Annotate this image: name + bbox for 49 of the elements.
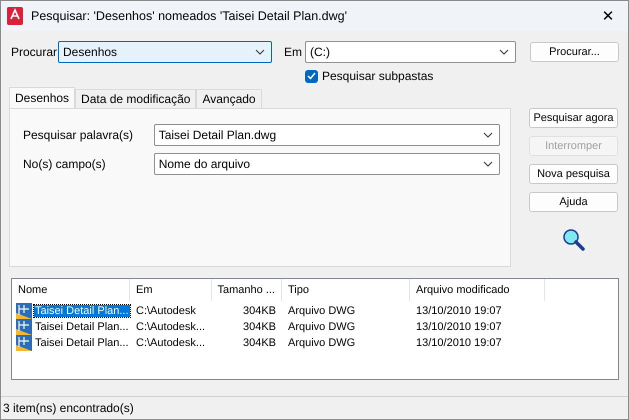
table-cell-text: 13/10/2010 19:07 [415, 321, 503, 333]
tab[interactable]: Desenhos [9, 87, 76, 108]
subfolders-checkbox[interactable] [305, 70, 318, 82]
table-cell-text: 304KB [242, 337, 277, 349]
chevron-icon [499, 49, 509, 55]
chevron-icon [483, 132, 493, 138]
in-dropdown[interactable]: (C:) [305, 41, 516, 63]
field-dropdown[interactable]: Taisei Detail Plan.dwg [154, 124, 500, 146]
table-cell-text: 13/10/2010 19:07 [415, 337, 503, 349]
column-header[interactable]: Tamanho ... [212, 279, 282, 301]
chevron-icon [255, 49, 265, 55]
column-header[interactable]: Tipo [282, 279, 410, 301]
drawing-file-icon [16, 335, 32, 351]
action-button[interactable]: Pesquisar agora [529, 108, 618, 128]
look-for-label: Procurar [11, 45, 58, 59]
status-text: 3 item(ns) encontrado(s) [3, 401, 134, 415]
browse-button[interactable]: Procurar... [530, 42, 619, 62]
table-cell-text: C:\Autodesk [135, 305, 197, 317]
app-logo-icon [7, 7, 23, 25]
column-header[interactable]: Nome [12, 279, 130, 301]
file-name-cell[interactable]: Taisei Detail Plan... [34, 321, 130, 333]
window-title: Pesquisar: 'Desenhos' nomeados 'Taisei Detail Plan.dwg' [31, 9, 348, 23]
table-cell-text: Arquivo DWG [287, 321, 356, 333]
in-label: Em [284, 45, 303, 59]
action-button[interactable]: Nova pesquisa [529, 164, 618, 184]
field-dropdown[interactable]: Nome do arquivo [154, 153, 500, 175]
action-button[interactable]: Ajuda [529, 192, 618, 212]
field-label: Pesquisar palavra(s) [23, 128, 134, 142]
table-cell-text: 304KB [242, 305, 277, 317]
subfolders-label: Pesquisar subpastas [322, 69, 434, 83]
field-label: No(s) campo(s) [23, 157, 107, 171]
look-for-dropdown[interactable]: Desenhos [58, 41, 272, 63]
table-cell-text: Arquivo DWG [287, 337, 356, 349]
column-header[interactable]: Em [130, 279, 212, 301]
tab[interactable]: Data de modificação [75, 89, 196, 108]
table-cell-text: 304KB [242, 321, 277, 333]
table-cell-text: Arquivo DWG [287, 305, 356, 317]
drawing-file-icon [16, 319, 32, 335]
drawing-file-icon [16, 303, 32, 319]
tab[interactable]: Avançado [196, 89, 262, 108]
file-name-cell[interactable]: Taisei Detail Plan... [34, 337, 130, 349]
magnifier-icon [562, 228, 586, 252]
table-cell-text: 13/10/2010 19:07 [415, 305, 503, 317]
table-cell-text: C:\Autodesk... [135, 337, 206, 349]
file-name-cell[interactable]: Taisei Detail Plan... [34, 305, 130, 317]
chevron-icon [483, 161, 493, 167]
column-header[interactable]: Arquivo modificado [410, 279, 545, 301]
close-button[interactable]: ✕ [588, 1, 628, 31]
table-cell-text: C:\Autodesk... [135, 321, 206, 333]
